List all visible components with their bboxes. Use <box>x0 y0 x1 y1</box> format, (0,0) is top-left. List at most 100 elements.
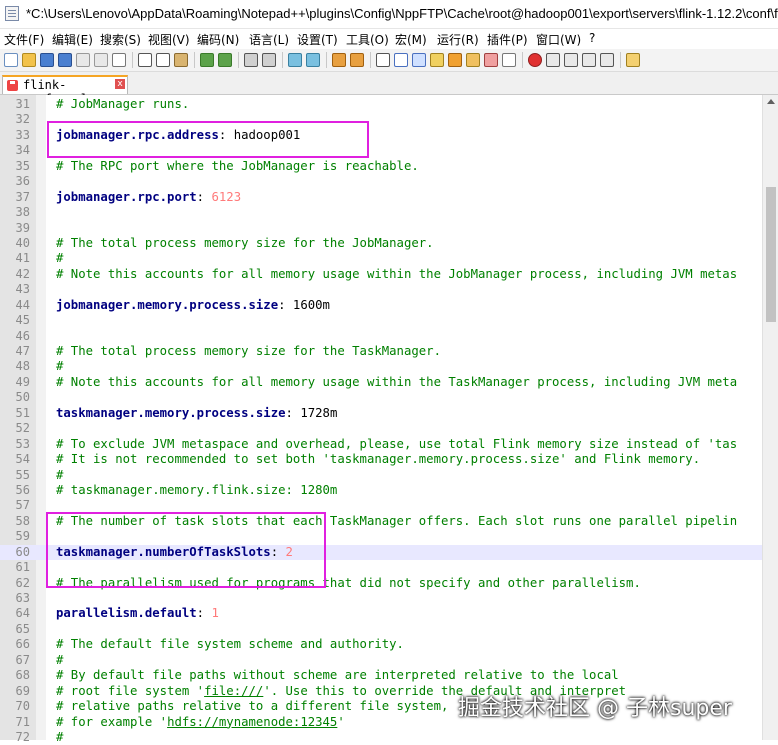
code-line[interactable]: 36 <box>0 174 762 189</box>
line-number: 53 <box>15 436 30 451</box>
record-macro-icon[interactable] <box>528 53 542 67</box>
monitoring-icon[interactable] <box>502 53 516 67</box>
menu-view[interactable]: 视图(V) <box>148 31 190 48</box>
code-line[interactable]: 45 <box>0 313 762 328</box>
copy-icon[interactable] <box>156 53 170 67</box>
line-text: # <box>56 653 63 668</box>
scrollbar-thumb[interactable] <box>766 187 776 322</box>
comment-text: # <box>56 359 64 374</box>
line-number: 52 <box>15 421 30 436</box>
code-line[interactable]: 37 jobmanager.rpc.port: 6123 <box>0 190 762 205</box>
menu-file[interactable]: 文件(F) <box>4 31 44 48</box>
comment-text: file:/// <box>204 683 264 698</box>
code-line[interactable]: 41 # <box>0 251 762 266</box>
code-line[interactable]: 38 <box>0 205 762 220</box>
save-all-icon[interactable] <box>58 53 72 67</box>
code-line[interactable]: 66 # The default file system scheme and a… <box>0 637 762 652</box>
doc-map-icon[interactable] <box>448 53 462 67</box>
title-bar: *C:\Users\Lenovo\AppData\Roaming\Notepad… <box>0 0 778 29</box>
vertical-scrollbar[interactable] <box>762 95 778 740</box>
tab-close-icon[interactable]: x <box>115 79 125 89</box>
code-line[interactable]: 39 <box>0 221 762 236</box>
replace-icon[interactable] <box>262 53 276 67</box>
code-line[interactable]: 64 parallelism.default: 1 <box>0 606 762 621</box>
code-line[interactable]: 48 # <box>0 359 762 374</box>
function-list-icon[interactable] <box>466 53 480 67</box>
editor[interactable]: 31 # JobManager runs. 32 33 jobmanager.rpc.a… <box>0 95 778 744</box>
toolbar-separator <box>370 52 371 68</box>
open-file-icon[interactable] <box>22 53 36 67</box>
code-line[interactable]: 72 # <box>0 730 762 745</box>
menu-settings[interactable]: 设置(T) <box>297 31 338 48</box>
code-line[interactable]: 55 # <box>0 468 762 483</box>
menu-edit[interactable]: 编辑(E) <box>52 31 93 48</box>
zoom-in-icon[interactable] <box>288 53 302 67</box>
line-text: parallelism.default: 1 <box>56 606 219 621</box>
word-wrap-icon[interactable] <box>376 53 390 67</box>
tab-bar: flink-conf.yaml x <box>0 72 778 106</box>
sync-vertical-icon[interactable] <box>332 53 346 67</box>
close-all-icon[interactable] <box>94 53 108 67</box>
indent-guide-icon[interactable] <box>412 53 426 67</box>
separator: : <box>196 606 212 621</box>
code-line[interactable]: 42 # Note this accounts for all memory us… <box>0 267 762 282</box>
menu-macro[interactable]: 宏(M) <box>395 31 427 48</box>
code-line[interactable]: 53 # To exclude JVM metaspace and overhea… <box>0 437 762 452</box>
code-line[interactable]: 63 <box>0 591 762 606</box>
paste-icon[interactable] <box>174 53 188 67</box>
tab-flink-conf[interactable]: flink-conf.yaml x <box>2 75 128 106</box>
line-number: 68 <box>15 668 30 683</box>
menu-bar: 文件(F) 编辑(E) 搜索(S) 视图(V) 编码(N) 语言(L) 设置(T… <box>0 29 778 49</box>
line-number: 56 <box>15 482 30 497</box>
code-line[interactable]: 43 <box>0 282 762 297</box>
code-line[interactable]: 46 <box>0 329 762 344</box>
menu-help[interactable]: ? <box>589 31 595 45</box>
save-icon[interactable] <box>40 53 54 67</box>
code-line[interactable]: 54 # It is not recommended to set both 't… <box>0 452 762 467</box>
code-line[interactable]: 49 # Note this accounts for all memory us… <box>0 375 762 390</box>
cut-icon[interactable] <box>138 53 152 67</box>
menu-language[interactable]: 语言(L) <box>249 31 289 48</box>
code-line[interactable]: 31 # JobManager runs. <box>0 97 762 112</box>
zoom-out-icon[interactable] <box>306 53 320 67</box>
menu-run[interactable]: 运行(R) <box>437 31 479 48</box>
language-icon[interactable] <box>430 53 444 67</box>
find-icon[interactable] <box>244 53 258 67</box>
close-icon[interactable] <box>76 53 90 67</box>
code-line[interactable]: 56 # taskmanager.memory.flink.size: 1280m <box>0 483 762 498</box>
save-macro-icon[interactable] <box>600 53 614 67</box>
sync-horizontal-icon[interactable] <box>350 53 364 67</box>
menu-plugins[interactable]: 插件(P) <box>487 31 528 48</box>
code-line[interactable]: 65 <box>0 622 762 637</box>
notepad-app-icon <box>5 6 19 21</box>
code-line[interactable]: 40 # The total process memory size for th… <box>0 236 762 251</box>
code-lines: 31 # JobManager runs. 32 33 jobmanager.rpc.a… <box>0 97 762 745</box>
code-line[interactable]: 68 # By default file paths without scheme… <box>0 668 762 683</box>
show-all-characters-icon[interactable] <box>394 53 408 67</box>
play-macro-icon[interactable] <box>564 53 578 67</box>
code-line[interactable]: 47 # The total process memory size for th… <box>0 344 762 359</box>
code-line[interactable]: 50 <box>0 390 762 405</box>
menu-search[interactable]: 搜索(S) <box>100 31 141 48</box>
run-macro-multiple-icon[interactable] <box>582 53 596 67</box>
menu-window[interactable]: 窗口(W) <box>536 31 581 48</box>
line-number: 64 <box>15 606 30 621</box>
print-icon[interactable] <box>112 53 126 67</box>
code-line[interactable]: 35 # The RPC port where the JobManager is… <box>0 159 762 174</box>
comment-text: # It is not recommended to set both 'tas… <box>56 452 701 467</box>
menu-tools[interactable]: 工具(O) <box>346 31 389 48</box>
menu-encoding[interactable]: 编码(N) <box>197 31 239 48</box>
code-line[interactable]: 52 <box>0 421 762 436</box>
code-line[interactable]: 51 taskmanager.memory.process.size: 1728m <box>0 406 762 421</box>
undo-icon[interactable] <box>200 53 214 67</box>
folder-workspace-icon[interactable] <box>484 53 498 67</box>
scroll-up-icon[interactable] <box>767 99 775 104</box>
new-file-icon[interactable] <box>4 53 18 67</box>
comment-text: # The RPC port where the JobManager is r… <box>56 158 419 173</box>
stop-macro-icon[interactable] <box>546 53 560 67</box>
code-line[interactable]: 67 # <box>0 653 762 668</box>
code-line[interactable]: 44 jobmanager.memory.process.size: 1600m <box>0 298 762 313</box>
nppftp-icon[interactable] <box>626 53 640 67</box>
line-text: # It is not recommended to set both 'tas… <box>56 452 700 467</box>
redo-icon[interactable] <box>218 53 232 67</box>
